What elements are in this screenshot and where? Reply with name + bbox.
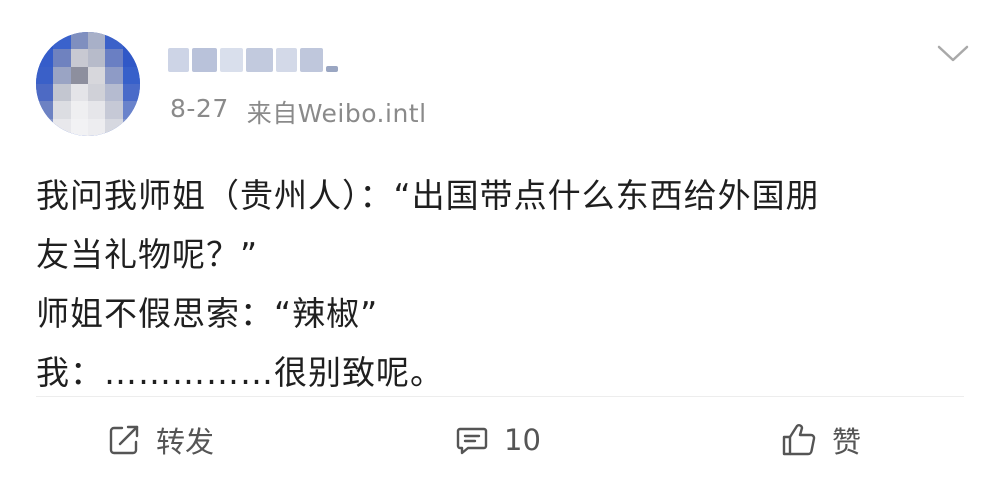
like-button[interactable]: 赞 xyxy=(780,412,861,468)
post-meta: 8-27 来自Weibo.intl xyxy=(170,94,427,130)
chevron-down-icon[interactable] xyxy=(936,40,970,66)
repost-button[interactable]: 转发 xyxy=(106,412,214,468)
comment-icon xyxy=(454,422,490,458)
post-text-line: 友当礼物呢？” xyxy=(36,235,259,274)
post-text-line: 我问我师姐（贵州人）：“出国带点什么东西给外国朋 xyxy=(36,176,820,215)
post-text-line: 师姐不假思索：“辣椒” xyxy=(36,294,379,333)
post-source[interactable]: 来自Weibo.intl xyxy=(247,94,427,130)
avatar[interactable] xyxy=(36,32,140,136)
repost-label: 转发 xyxy=(156,425,215,459)
post-text: 我问我师姐（贵州人）：“出国带点什么东西给外国朋 友当礼物呢？” 师姐不假思索：… xyxy=(36,166,966,402)
username-redacted[interactable] xyxy=(168,38,339,82)
avatar-mosaic xyxy=(36,32,140,136)
post-text-line: 我：……………很别致呢。 xyxy=(36,353,444,392)
post-date: 8-27 xyxy=(170,94,229,123)
comment-button[interactable]: 10 xyxy=(454,412,541,468)
like-label: 赞 xyxy=(832,425,862,459)
weibo-post-card: 8-27 来自Weibo.intl 我问我师姐（贵州人）：“出国带点什么东西给外… xyxy=(0,0,1000,486)
comment-count: 10 xyxy=(504,423,541,457)
repost-icon xyxy=(106,422,142,458)
action-bar: 转发 10 赞 xyxy=(0,412,1000,472)
divider xyxy=(36,396,964,397)
thumbs-up-icon xyxy=(780,421,818,459)
